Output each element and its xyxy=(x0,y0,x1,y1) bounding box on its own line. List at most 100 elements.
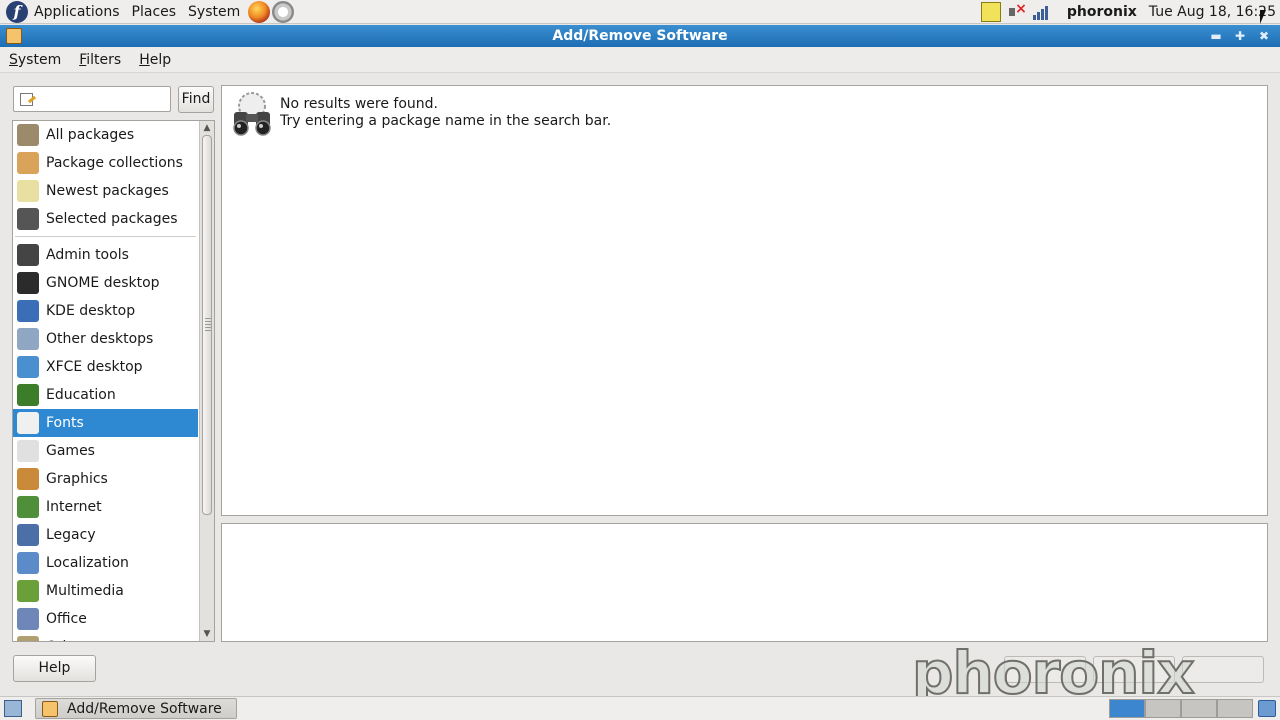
panel-user-name[interactable]: phoronix xyxy=(1059,4,1149,20)
workspace-1[interactable] xyxy=(1109,699,1145,718)
lightbulb-icon xyxy=(17,180,39,202)
menu-system-label: ystem xyxy=(17,51,62,68)
scroll-up-icon[interactable]: ▲ xyxy=(200,121,214,135)
group-item-label: Package collections xyxy=(46,155,183,171)
minimize-button[interactable]: ▬ xyxy=(1206,27,1226,45)
app-window-icon[interactable] xyxy=(6,28,22,44)
group-item[interactable]: Selected packages xyxy=(13,205,198,233)
top-panel: f Applications Places System phoronix Tu… xyxy=(0,0,1280,24)
group-item[interactable]: Graphics xyxy=(13,465,198,493)
group-item[interactable]: Education xyxy=(13,381,198,409)
group-item[interactable]: All packages xyxy=(13,121,198,149)
no-results-hint: Try entering a package name in the searc… xyxy=(280,113,612,129)
menu-help-label: elp xyxy=(149,51,172,68)
close-button[interactable]: ✖ xyxy=(1254,27,1274,45)
group-item-label: Legacy xyxy=(46,527,96,543)
menu-system-mnemonic: S xyxy=(9,51,18,68)
group-item-label: Localization xyxy=(46,555,129,571)
globe-icon xyxy=(17,496,39,518)
group-item[interactable]: Other desktops xyxy=(13,325,198,353)
search-field[interactable] xyxy=(13,86,171,112)
firefox-icon[interactable] xyxy=(248,0,271,23)
trash-icon[interactable] xyxy=(1258,700,1276,717)
group-item-label: KDE desktop xyxy=(46,303,136,319)
no-results-message: No results were found. xyxy=(280,96,438,112)
group-item[interactable]: Fonts xyxy=(13,409,198,437)
maximize-button[interactable]: ✚ xyxy=(1230,27,1250,45)
fedora-logo-icon[interactable]: f xyxy=(6,0,28,23)
group-item-label: Other xyxy=(46,639,86,641)
group-item-label: Admin tools xyxy=(46,247,129,263)
desktop-icon xyxy=(17,328,39,350)
notes-icon[interactable] xyxy=(980,1,1001,22)
volume-muted-icon[interactable] xyxy=(1007,1,1027,22)
package-box-icon xyxy=(17,152,39,174)
group-list-pane: All packages Package collections Newest pa… xyxy=(12,120,215,642)
group-item[interactable]: Admin tools xyxy=(13,241,198,269)
help-button[interactable]: Help xyxy=(13,655,96,682)
group-item[interactable]: Localization xyxy=(13,549,198,577)
group-list-scrollbar[interactable]: ▲ ▼ xyxy=(199,121,214,641)
fonts-icon xyxy=(17,412,39,434)
taskbar-window-label: Add/Remove Software xyxy=(67,700,222,717)
group-item-label: GNOME desktop xyxy=(46,275,160,291)
binoculars-search-icon xyxy=(233,92,271,136)
group-item[interactable]: Multimedia xyxy=(13,577,198,605)
panel-menu-system[interactable]: System xyxy=(182,0,246,24)
search-input[interactable] xyxy=(38,90,166,108)
games-icon xyxy=(17,440,39,462)
group-item-label: Other desktops xyxy=(46,331,154,347)
group-item-label: Internet xyxy=(46,499,102,515)
bottom-panel: Add/Remove Software xyxy=(0,696,1280,720)
window-titlebar[interactable]: Add/Remove Software ▬ ✚ ✖ xyxy=(0,25,1280,47)
group-item-label: Fonts xyxy=(46,415,84,431)
search-packages-icon xyxy=(17,124,39,146)
pane-resize-handle[interactable] xyxy=(205,318,211,332)
group-item-label: Graphics xyxy=(46,471,108,487)
taskbar-window-button[interactable]: Add/Remove Software xyxy=(35,698,237,719)
find-button[interactable]: Find xyxy=(178,86,214,113)
group-item-label: Newest packages xyxy=(46,183,169,199)
office-icon xyxy=(17,608,39,630)
panel-menu-applications[interactable]: Applications xyxy=(28,0,126,24)
group-item[interactable]: Games xyxy=(13,437,198,465)
admin-tools-icon xyxy=(17,244,39,266)
edit-icon xyxy=(20,93,33,106)
group-item-label: Selected packages xyxy=(46,211,178,227)
flag-icon xyxy=(17,552,39,574)
network-signal-icon[interactable] xyxy=(1032,2,1053,22)
group-item[interactable]: Office xyxy=(13,605,198,633)
group-item[interactable]: KDE desktop xyxy=(13,297,198,325)
scroll-down-icon[interactable]: ▼ xyxy=(200,627,214,641)
xfce-mouse-icon xyxy=(17,356,39,378)
group-item[interactable]: Newest packages xyxy=(13,177,198,205)
workspace-2[interactable] xyxy=(1145,699,1181,718)
menubar: System Filters Help xyxy=(0,47,1280,73)
group-item[interactable]: Legacy xyxy=(13,521,198,549)
show-desktop-icon[interactable] xyxy=(4,700,22,717)
group-item[interactable]: Other xyxy=(13,633,198,641)
menu-filters[interactable]: Filters xyxy=(70,52,130,68)
workspace-3[interactable] xyxy=(1181,699,1217,718)
group-item-label: Games xyxy=(46,443,95,459)
menu-system[interactable]: System xyxy=(0,52,70,68)
binoculars-icon xyxy=(17,208,39,230)
menu-help[interactable]: Help xyxy=(130,52,180,68)
group-item[interactable]: XFCE desktop xyxy=(13,353,198,381)
gnome-foot-icon xyxy=(17,272,39,294)
group-item[interactable]: Package collections xyxy=(13,149,198,177)
workspace-4[interactable] xyxy=(1217,699,1253,718)
menu-filters-label: ilters xyxy=(86,51,122,68)
group-list: All packages Package collections Newest pa… xyxy=(13,121,198,641)
graphics-palette-icon xyxy=(17,468,39,490)
group-item-label: XFCE desktop xyxy=(46,359,143,375)
package-details-pane xyxy=(221,523,1268,642)
panel-menu-places[interactable]: Places xyxy=(126,0,183,24)
mouse-cursor-icon xyxy=(1260,10,1266,24)
education-icon xyxy=(17,384,39,406)
group-item[interactable]: GNOME desktop xyxy=(13,269,198,297)
kde-icon xyxy=(17,300,39,322)
group-item-label: Education xyxy=(46,387,116,403)
mail-client-icon[interactable] xyxy=(272,0,295,23)
group-item[interactable]: Internet xyxy=(13,493,198,521)
